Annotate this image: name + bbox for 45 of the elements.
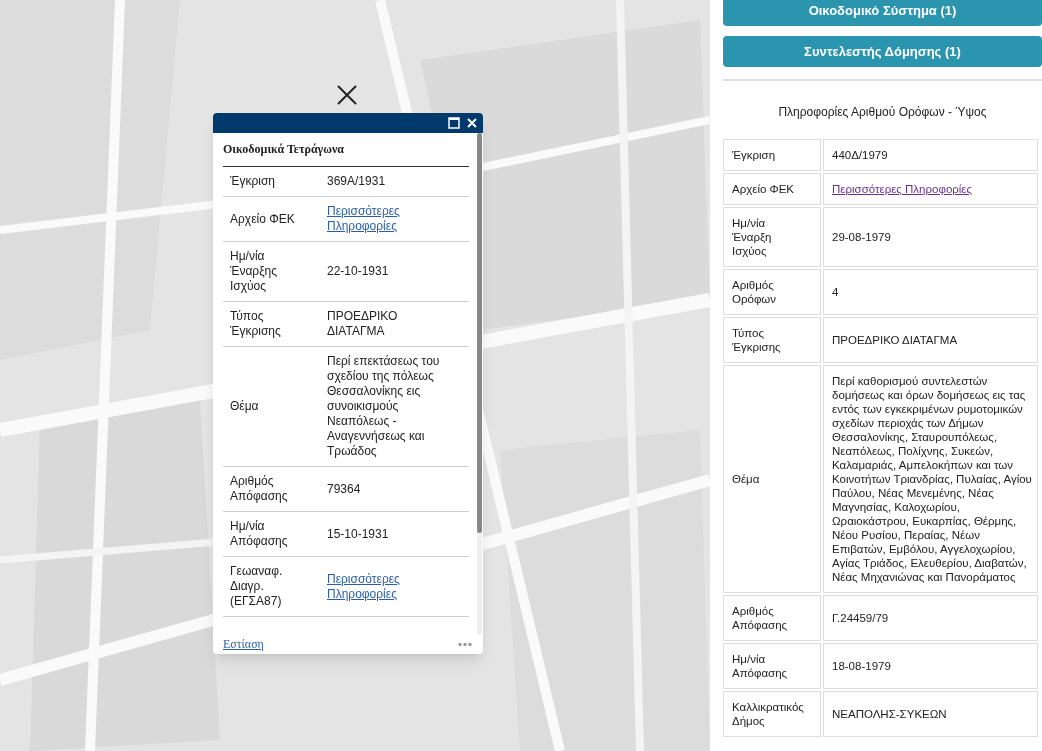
section-button[interactable]: Συντελεστής Δόμησης (1) [723, 36, 1042, 67]
field-value: 369Α/1931 [327, 174, 386, 188]
field-label: Αριθμός Απόφασης [230, 474, 289, 504]
more-info-link[interactable]: Περισσότερες Πληροφορίες [327, 571, 455, 602]
field-label: Αριθμός Απόφασης [732, 604, 789, 632]
field-label: Αρχείο ΦΕΚ [732, 182, 796, 196]
field-label: Αρχείο ΦΕΚ [230, 211, 296, 227]
field-value: 22-10-1931 [327, 264, 389, 278]
field-value: 15-10-1931 [327, 526, 389, 541]
maximize-icon [448, 117, 460, 129]
field-value: Γ.24459/79 [832, 612, 889, 624]
field-label: Καλλικρατικός Δήμος [732, 700, 802, 728]
field-label: Έγκριση [732, 148, 777, 162]
field-value: 29-08-1979 [832, 231, 891, 243]
field-value: Περί καθορισμού συντελεστών δομήσεως και όρων δομήσεως εις τας εντός των εγκεκριμένων ρυμοτομικών σχεδίων περιοχάς των Δήμων Θεσσαλονίκης, Σταυρουπόλεως, Νεαπόλεως, Πολίχνης, Συκεών, Καλαμαριάς, Αμπελοκήπων και των Κοινοτήτων Τριανδρίας, Πυλαίας, Αγίου Παύλου, Νέας Μενεμένης, Νέας Μαγνησίας, Καλοχωρίου, Ωραιοκάστρου, Ευκαρπίας, Θέρμης, Νέου Ρυσίου, Περαίας, Νέων Επιβατών, Εμβόλου, Αγγελοχωρίου, Αγίας Τριάδος, Ελευθερίου, Διαβατών, Νέας Μηχανιώνας και Πανοράματος [832, 375, 1032, 583]
close-marker-icon [337, 85, 357, 105]
section-button[interactable]: Οικοδομικό Σύστημα (1) [723, 0, 1042, 26]
field-label: Θέμα [230, 399, 260, 414]
field-label: Ημ/νία Απόφασης [230, 519, 289, 549]
field-value: 18-08-1979 [832, 660, 891, 672]
table-caption: Πληροφορίες Αριθμού Ορόφων - Ύψος [777, 104, 988, 121]
maximize-button[interactable] [447, 116, 461, 130]
field-value: 79364 [327, 481, 361, 496]
field-value: ΠΡΟΕΔΡΙΚΟ ΔΙΑΤΑΓΜΑ [327, 309, 398, 338]
more-icon[interactable] [457, 641, 473, 647]
field-label: Έγκριση [230, 174, 276, 189]
field-value: ΠΡΟΕΔΡΙΚΟ ΔΙΑΤΑΓΜΑ [832, 334, 958, 346]
close-icon [466, 117, 478, 129]
field-label: Τύπος Έγκρισης [230, 309, 282, 339]
more-info-link[interactable]: Περισσότερες Πληροφορίες [327, 204, 455, 234]
zoom-to-link[interactable]: Εστίαση [223, 635, 264, 653]
field-label: Θέμα [732, 472, 761, 486]
popup-title: Οικοδομικά Τετράγωνα [223, 140, 469, 167]
field-label: Γεωαναφ. Διαγρ. (ΕΓΣΑ87) [230, 564, 284, 609]
field-value: 440Δ/1979 [832, 149, 888, 161]
field-value: Περί επεκτάσεως του σχεδίου της πόλεως Θεσσαλονίκης εις συνοικισμούς Νεαπόλεως - Αναγεννήσεως και Τρωάδος [327, 354, 440, 458]
field-value: ΝΕΑΠΟΛΗΣ-ΣΥΚΕΩΝ [832, 708, 947, 720]
field-label: Αριθμός Ορόφων [732, 278, 778, 306]
field-value: 4 [832, 286, 839, 298]
field-label: Τύπος Έγκρισης [732, 326, 782, 354]
field-label: Ημ/νία Έναρξη Ισχύος [732, 216, 773, 258]
field-label: Ημ/νία Έναρξης Ισχύος [230, 249, 278, 294]
close-button[interactable] [465, 116, 479, 130]
field-label: Ημ/νία Απόφασης [732, 652, 789, 680]
scrollbar[interactable] [477, 133, 482, 634]
